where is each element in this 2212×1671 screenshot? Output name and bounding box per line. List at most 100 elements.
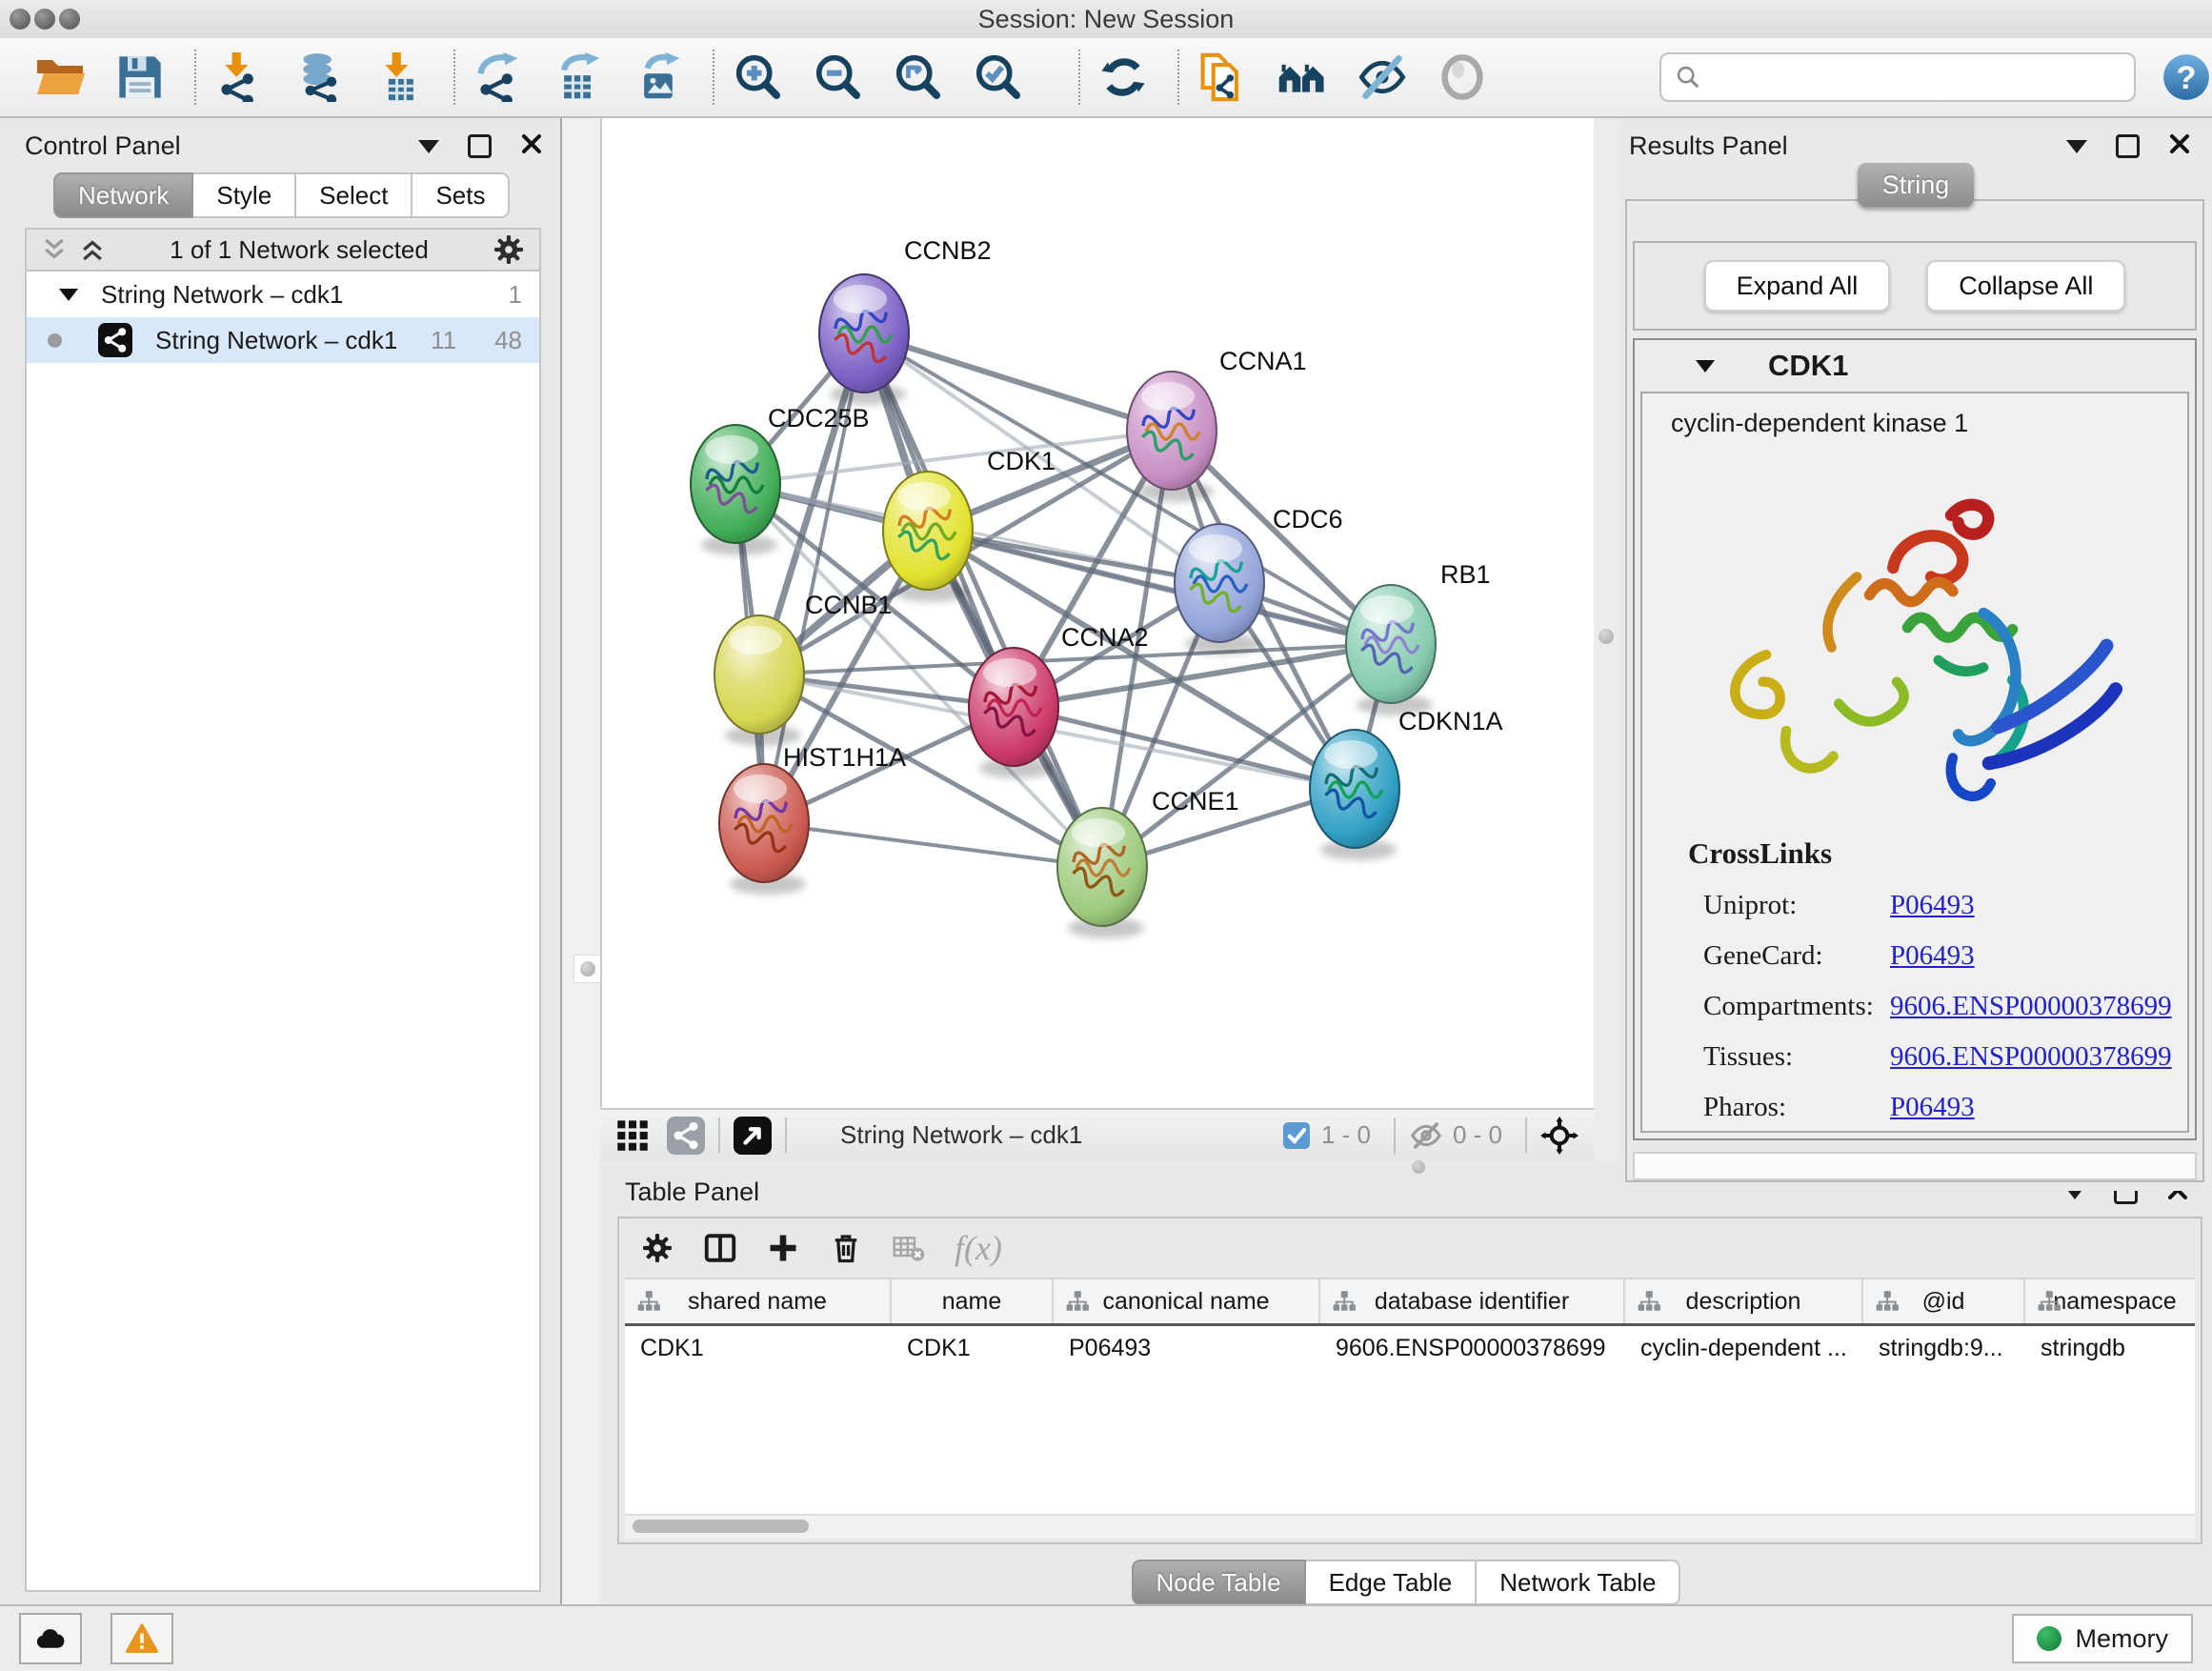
- search-input[interactable]: [1701, 62, 2121, 93]
- first-neighbors-button[interactable]: [1275, 48, 1330, 107]
- network-edge[interactable]: [864, 333, 1102, 867]
- expand-all-icon[interactable]: [78, 235, 107, 264]
- panel-close-icon[interactable]: [2168, 132, 2191, 160]
- column-header-name[interactable]: name: [892, 1279, 1054, 1323]
- import-network-button[interactable]: [211, 48, 267, 107]
- zoom-fit-button[interactable]: [890, 48, 945, 107]
- cdk1-entry-header[interactable]: CDK1: [1635, 340, 2195, 392]
- export-table-button[interactable]: [551, 48, 606, 107]
- control-panel-title: Control Panel: [25, 131, 181, 161]
- show-columns-icon[interactable]: [703, 1231, 737, 1265]
- zoom-selected-button[interactable]: [970, 48, 1025, 107]
- crosslink-link[interactable]: P06493: [1890, 1092, 1975, 1123]
- warnings-button[interactable]: [111, 1613, 173, 1664]
- table-cell[interactable]: CDK1: [892, 1335, 1054, 1362]
- vertical-splitter-right[interactable]: [1594, 118, 1619, 1191]
- detach-view-icon[interactable]: [734, 1117, 772, 1155]
- show-all-button-disabled[interactable]: [1435, 48, 1490, 107]
- table-row[interactable]: CDK1CDK1P064939606.ENSP00000378699cyclin…: [625, 1326, 2195, 1370]
- crosslink-link[interactable]: 9606.ENSP00000378699: [1890, 1041, 2172, 1073]
- network-node-CCNB2[interactable]: [819, 274, 909, 405]
- window-zoom-circle[interactable]: [59, 9, 80, 30]
- protein-structure-image: [1677, 459, 2153, 821]
- horizontal-splitter-dot[interactable]: [1412, 1160, 1425, 1174]
- network-row-selected[interactable]: String Network – cdk1 11 48: [27, 317, 539, 363]
- panel-menu-icon[interactable]: [2066, 140, 2087, 153]
- window-close-circle[interactable]: [10, 9, 30, 30]
- column-header-namespace[interactable]: namespace: [2025, 1279, 2195, 1323]
- vertical-splitter-left[interactable]: [560, 118, 602, 1604]
- selected-checkbox-icon[interactable]: [1281, 1120, 1312, 1151]
- splitter-handle-dot[interactable]: [1599, 629, 1614, 644]
- column-header-description[interactable]: description: [1625, 1279, 1863, 1323]
- panel-float-icon[interactable]: [468, 134, 492, 158]
- panel-float-icon[interactable]: [2116, 134, 2140, 158]
- table-cell[interactable]: cyclin-dependent ...: [1625, 1335, 1863, 1362]
- expand-all-button[interactable]: Expand All: [1704, 260, 1891, 312]
- column-header-shared-name[interactable]: shared name: [625, 1279, 892, 1323]
- new-network-from-selection-button[interactable]: [1195, 48, 1250, 107]
- crosslink-link[interactable]: 9606.ENSP00000378699: [1890, 991, 2172, 1022]
- table-cell[interactable]: stringdb: [2025, 1335, 2195, 1362]
- network-collection-row[interactable]: String Network – cdk1 1: [27, 272, 539, 317]
- network-node-CDKN1A[interactable]: [1310, 730, 1399, 860]
- network-canvas[interactable]: CCNB2CCNA1CDC25BCDK1CDC6RB1CCNB1CCNA2CDK…: [602, 118, 1596, 1108]
- column-header-database-identifier[interactable]: database identifier: [1320, 1279, 1625, 1323]
- save-session-button[interactable]: [112, 48, 168, 107]
- panel-menu-icon[interactable]: [418, 140, 439, 153]
- network-edge[interactable]: [1014, 707, 1355, 789]
- tab-select[interactable]: Select: [296, 172, 412, 218]
- entry-collapse-icon[interactable]: [1696, 360, 1715, 372]
- apply-layout-button[interactable]: [1096, 48, 1151, 107]
- scrollbar-thumb[interactable]: [633, 1520, 809, 1533]
- crosslink-link[interactable]: P06493: [1890, 890, 1975, 921]
- splitter-handle-dot[interactable]: [580, 961, 595, 976]
- table-cell[interactable]: CDK1: [625, 1335, 892, 1362]
- network-view-icon-disabled[interactable]: [667, 1117, 705, 1155]
- delete-column-trash-icon[interactable]: [829, 1231, 863, 1265]
- search-field[interactable]: [1659, 52, 2136, 102]
- network-node-CCNB1[interactable]: [714, 615, 804, 746]
- memory-button[interactable]: Memory: [2012, 1614, 2193, 1663]
- window-minimize-circle[interactable]: [34, 9, 55, 30]
- network-node-CDC25B[interactable]: [691, 425, 780, 555]
- tab-network-table[interactable]: Network Table: [1477, 1560, 1680, 1605]
- open-session-button[interactable]: [32, 48, 88, 107]
- import-table-button[interactable]: [372, 48, 427, 107]
- network-edge[interactable]: [764, 823, 1102, 867]
- zoom-in-button[interactable]: [730, 48, 785, 107]
- grid-view-icon[interactable]: [615, 1118, 650, 1153]
- gear-icon[interactable]: [492, 232, 526, 267]
- table-horizontal-scrollbar[interactable]: [625, 1514, 2195, 1539]
- add-column-icon[interactable]: [766, 1231, 800, 1265]
- export-image-button[interactable]: [631, 48, 686, 107]
- cloud-status-button[interactable]: [19, 1613, 82, 1664]
- column-header--id[interactable]: @id: [1863, 1279, 2025, 1323]
- zoom-out-button[interactable]: [810, 48, 865, 107]
- birds-eye-crosshair-icon[interactable]: [1540, 1117, 1579, 1155]
- panel-close-icon[interactable]: [520, 132, 543, 160]
- tab-style[interactable]: Style: [193, 172, 296, 218]
- table-cell[interactable]: P06493: [1054, 1335, 1320, 1362]
- crosslink-link[interactable]: P06493: [1890, 940, 1975, 972]
- table-gear-icon[interactable]: [640, 1231, 674, 1265]
- table-cell[interactable]: stringdb:9...: [1863, 1335, 2025, 1362]
- import-network-database-button[interactable]: [292, 48, 347, 107]
- collapse-all-icon[interactable]: [40, 235, 69, 264]
- export-network-button[interactable]: [471, 48, 526, 107]
- network-node-CCNE1[interactable]: [1057, 808, 1147, 938]
- network-edge[interactable]: [864, 333, 1172, 431]
- tab-edge-table[interactable]: Edge Table: [1306, 1560, 1478, 1605]
- tab-string[interactable]: String: [1858, 163, 1975, 207]
- tab-network[interactable]: Network: [53, 172, 193, 218]
- tab-sets[interactable]: Sets: [412, 172, 510, 218]
- network-node-HIST1H1A[interactable]: [719, 764, 809, 895]
- table-cell[interactable]: 9606.ENSP00000378699: [1320, 1335, 1625, 1362]
- collapse-all-button[interactable]: Collapse All: [1926, 260, 2125, 312]
- network-node-RB1[interactable]: [1346, 585, 1436, 715]
- column-header-canonical-name[interactable]: canonical name: [1054, 1279, 1320, 1323]
- help-button[interactable]: ?: [2161, 51, 2212, 103]
- collection-expand-icon[interactable]: [59, 289, 78, 301]
- tab-node-table[interactable]: Node Table: [1132, 1560, 1306, 1605]
- hide-selected-button[interactable]: [1355, 48, 1410, 107]
